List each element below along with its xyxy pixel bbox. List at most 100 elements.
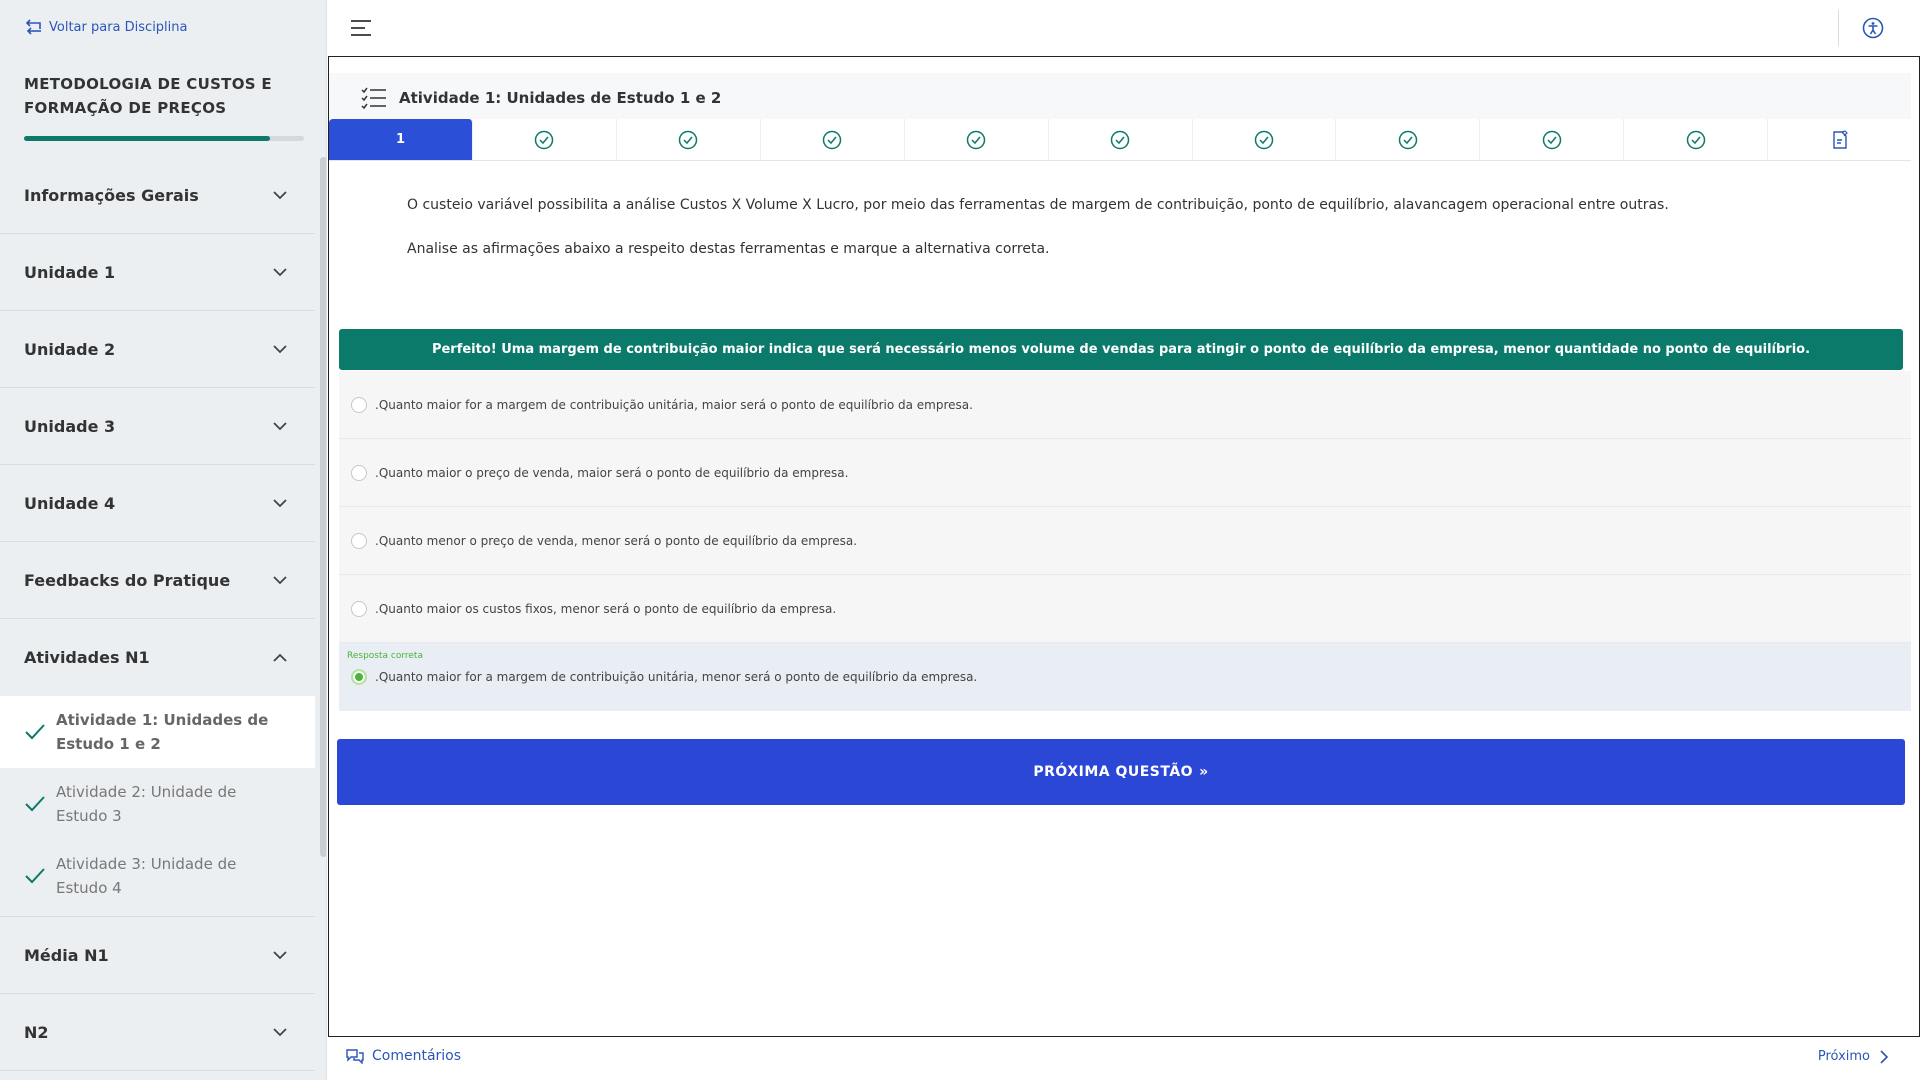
chevron-down-icon (273, 422, 287, 431)
question-tab-4[interactable] (760, 119, 905, 160)
double-chevron-right-icon: » (1199, 764, 1209, 780)
sidebar-subitem-label: Atividade 2: Unidade de Estudo 3 (56, 783, 237, 825)
check-circle-icon (966, 130, 986, 149)
next-question-label: PRÓXIMA QUESTÃO (1033, 764, 1194, 780)
sidebar-item-label: Feedbacks do Pratique (24, 570, 231, 590)
sidebar-subitem-atividade-2[interactable]: Atividade 2: Unidade de Estudo 3 (0, 768, 315, 840)
question-tab-number: 1 (395, 132, 406, 147)
option-text: .Quanto maior o preço de venda, maior se… (375, 465, 849, 480)
question-text: O custeio variável possibilita a análise… (407, 195, 1847, 283)
chevron-down-icon (273, 191, 287, 200)
activity-title: Atividade 1: Unidades de Estudo 1 e 2 (399, 89, 722, 107)
answer-feedback-banner: Perfeito! Uma margem de contribuição mai… (339, 329, 1903, 370)
question-tab-2[interactable] (473, 119, 617, 160)
sidebar-item-unidade-3[interactable]: Unidade 3 (0, 388, 315, 465)
check-icon (25, 724, 45, 740)
chevron-down-icon (273, 499, 287, 508)
next-page-label: Próximo (1817, 1049, 1870, 1064)
sidebar-item-unidade-4[interactable]: Unidade 4 (0, 465, 315, 542)
sidebar-item-label: N2 (24, 1022, 49, 1042)
check-icon (25, 868, 45, 884)
chevron-down-icon (273, 1028, 287, 1037)
check-circle-icon (679, 130, 698, 149)
radio-button[interactable] (351, 396, 367, 413)
option-text: .Quanto maior for a margem de contribuiç… (375, 670, 978, 684)
sidebar-item-label: Informações Gerais (24, 185, 199, 205)
option-text: .Quanto maior for a margem de contribuiç… (375, 397, 973, 412)
comments-label: Comentários (372, 1048, 462, 1064)
activity-header: Atividade 1: Unidades de Estudo 1 e 2 (329, 73, 1911, 123)
question-tab-5[interactable] (904, 119, 1049, 160)
radio-button[interactable] (351, 600, 367, 617)
activity-content: Atividade 1: Unidades de Estudo 1 e 2 1 (328, 57, 1920, 1037)
question-tab-9[interactable] (1480, 119, 1625, 160)
top-divider (1838, 10, 1839, 46)
sidebar-item-media-n1[interactable]: Média N1 (0, 917, 315, 994)
sidebar-item-n2[interactable]: N2 (0, 994, 315, 1071)
sidebar-scrollbar[interactable] (320, 157, 326, 857)
check-circle-icon (535, 130, 554, 149)
check-circle-icon (1686, 130, 1705, 149)
top-bar (328, 0, 1920, 57)
accessibility-icon[interactable] (1862, 17, 1884, 39)
app-root: Voltar para Disciplina METODOLOGIA DE CU… (0, 0, 1920, 1080)
sidebar-subitem-label: Atividade 1: Unidades de Estudo 1 e 2 (56, 711, 269, 753)
answer-options: .Quanto maior for a margem de contribuiç… (339, 371, 1911, 711)
option-text: .Quanto maior os custos fixos, menor ser… (375, 601, 837, 616)
question-navigator: 1 (329, 119, 1912, 161)
chevron-down-icon (273, 951, 287, 960)
course-progress-bar (24, 136, 304, 141)
sidebar-item-informacoes-gerais[interactable]: Informações Gerais (0, 157, 315, 234)
question-tab-10[interactable] (1624, 119, 1769, 160)
question-tab-3[interactable] (616, 119, 761, 160)
answer-option-c[interactable]: .Quanto menor o preço de venda, menor se… (339, 507, 1911, 575)
next-page-link[interactable]: Próximo (1818, 1049, 1890, 1064)
sidebar-subitem-label: Atividade 3: Unidade de Estudo 4 (56, 855, 237, 897)
comments-link[interactable]: Comentários (346, 1048, 461, 1064)
chevron-down-icon (273, 576, 287, 585)
radio-button-selected[interactable] (351, 669, 367, 685)
sidebar-subitem-atividade-3[interactable]: Atividade 3: Unidade de Estudo 4 (0, 840, 315, 912)
answer-option-a[interactable]: .Quanto maior for a margem de contribuiç… (339, 371, 1911, 439)
question-tab-review[interactable] (1768, 119, 1912, 160)
answer-option-e-correct[interactable]: Resposta correta .Quanto maior for a mar… (339, 643, 1911, 711)
answer-option-d[interactable]: .Quanto maior os custos fixos, menor ser… (339, 575, 1911, 643)
question-tab-7[interactable] (1192, 119, 1337, 160)
back-to-course-link[interactable]: Voltar para Disciplina (24, 18, 188, 36)
radio-button[interactable] (351, 532, 367, 549)
sidebar-item-label: Média N1 (24, 945, 109, 965)
sidebar: Voltar para Disciplina METODOLOGIA DE CU… (0, 0, 327, 1080)
atividades-n1-submenu: Atividade 1: Unidades de Estudo 1 e 2 At… (0, 696, 315, 917)
chevron-down-icon (273, 345, 287, 354)
edit-doc-icon (1832, 129, 1848, 149)
check-circle-icon (1542, 130, 1562, 149)
sidebar-item-label: Unidade 3 (24, 416, 116, 436)
question-tab-8[interactable] (1336, 119, 1481, 160)
check-circle-icon (1254, 130, 1274, 149)
radio-button[interactable] (351, 464, 367, 481)
course-progress-fill (24, 136, 271, 141)
sidebar-item-atividades-n1[interactable]: Atividades N1 (0, 619, 315, 696)
question-tab-6[interactable] (1048, 119, 1193, 160)
menu-icon[interactable] (350, 19, 372, 37)
sidebar-item-label: Unidade 1 (24, 262, 116, 282)
course-title: METODOLOGIA DE CUSTOS E FORMAÇÃO DE PREÇ… (24, 75, 272, 117)
sidebar-item-label: Unidade 2 (24, 339, 116, 359)
sidebar-item-label: Unidade 4 (24, 493, 116, 513)
chevron-down-icon (273, 268, 287, 277)
chevron-up-icon (273, 653, 287, 662)
sidebar-item-feedbacks-pratique[interactable]: Feedbacks do Pratique (0, 542, 315, 619)
check-circle-icon (1110, 130, 1130, 149)
next-question-button[interactable]: PRÓXIMA QUESTÃO » (337, 739, 1905, 805)
question-tab-1[interactable]: 1 (329, 119, 473, 160)
bottom-bar: Comentários Próximo (328, 1038, 1920, 1080)
answer-option-b[interactable]: .Quanto maior o preço de venda, maior se… (339, 439, 1911, 507)
sidebar-item-unidade-2[interactable]: Unidade 2 (0, 311, 315, 388)
correct-answer-label: Resposta correta (347, 651, 423, 661)
sidebar-subitem-atividade-1[interactable]: Atividade 1: Unidades de Estudo 1 e 2 (0, 696, 315, 768)
checklist-icon (361, 87, 386, 109)
chevron-right-icon (1880, 1049, 1889, 1064)
question-paragraph: Analise as afirmações abaixo a respeito … (407, 241, 1050, 257)
sidebar-item-unidade-1[interactable]: Unidade 1 (0, 234, 315, 311)
return-arrow-icon (25, 19, 41, 35)
